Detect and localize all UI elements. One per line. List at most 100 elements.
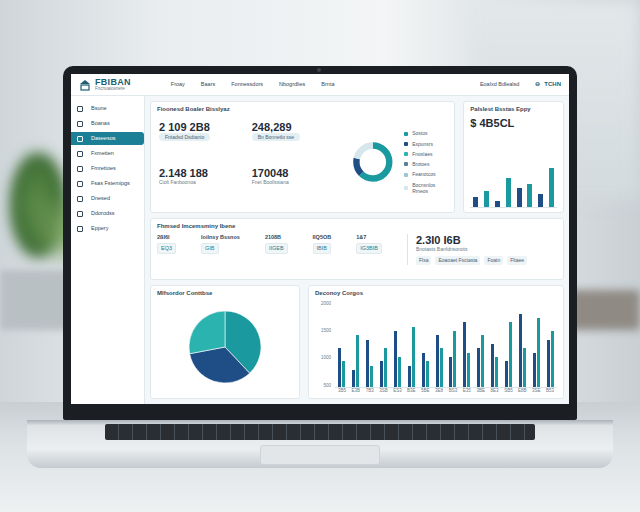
- metric: 170048Fnet Boollssiana: [250, 167, 343, 208]
- x-label: BS3: [446, 388, 460, 394]
- donut-segment[interactable]: [357, 146, 390, 179]
- logo[interactable]: FBIBANFncnuaiosnere: [79, 78, 131, 92]
- chart-bar[interactable]: [547, 340, 550, 388]
- chart-bar[interactable]: [527, 184, 532, 207]
- bar-group: [488, 301, 502, 388]
- column-value[interactable]: IBIB: [313, 243, 331, 254]
- legend-item: Feanotcos: [404, 171, 448, 177]
- chart-bar[interactable]: [523, 348, 526, 387]
- nav-link[interactable]: Brnta: [321, 81, 334, 88]
- chart-bar[interactable]: [449, 357, 452, 387]
- sidebar-item[interactable]: Fxmetten: [71, 147, 144, 160]
- chart-bar[interactable]: [477, 348, 480, 387]
- tag[interactable]: Foatn: [484, 256, 503, 264]
- chart-bar[interactable]: [366, 340, 369, 388]
- chart-bar[interactable]: [370, 366, 373, 388]
- chart-bar[interactable]: [398, 357, 401, 387]
- column-value[interactable]: IIGEB: [265, 243, 288, 254]
- chart-bar[interactable]: [484, 191, 489, 207]
- chart-bar[interactable]: [495, 357, 498, 387]
- chart-bar[interactable]: [491, 344, 494, 387]
- chart-bar[interactable]: [412, 327, 415, 388]
- donut-segment[interactable]: [357, 146, 390, 179]
- sidebar-item[interactable]: Daseesos: [71, 132, 144, 145]
- chart-bar[interactable]: [473, 197, 478, 207]
- chart-bar[interactable]: [481, 335, 484, 387]
- donut-segment[interactable]: [357, 146, 390, 179]
- bar-group: [460, 301, 474, 388]
- bar-group: [543, 301, 557, 388]
- column-head: 2108B: [265, 234, 281, 241]
- user-name: TCHN: [544, 81, 561, 89]
- column-value[interactable]: IG3BIB: [356, 243, 382, 254]
- bar-group: [418, 301, 432, 388]
- chart-bar[interactable]: [506, 178, 511, 207]
- chart-bar[interactable]: [463, 322, 466, 387]
- x-label: B3E: [404, 388, 418, 394]
- pie-slice[interactable]: [190, 347, 250, 383]
- chart-bar[interactable]: [338, 348, 341, 387]
- x-label: 7B3: [363, 388, 377, 394]
- trackpad[interactable]: [260, 445, 380, 465]
- bar-group: [349, 301, 363, 388]
- nav-link[interactable]: Nbogrdlies: [279, 81, 305, 88]
- chart-bar[interactable]: [538, 194, 543, 207]
- sidebar-item[interactable]: Fmrettoes: [71, 162, 144, 175]
- sidebar-item[interactable]: Dnesed: [71, 192, 144, 205]
- bar-group: [404, 301, 418, 388]
- sidebar-item[interactable]: Fsas Fstemipgs: [71, 177, 144, 190]
- chart-bar[interactable]: [537, 318, 540, 388]
- bar-group: [335, 301, 349, 388]
- chart-bar[interactable]: [352, 370, 355, 387]
- metrics-grid: 2 109 2B8Fntadsd Dsdtanio248,289Bn Bonne…: [157, 117, 342, 209]
- column-value[interactable]: GIB: [201, 243, 218, 254]
- chart-bar[interactable]: [453, 331, 456, 387]
- keyboard[interactable]: [105, 424, 535, 440]
- chart-bar[interactable]: [422, 353, 425, 388]
- chart-bar[interactable]: [467, 353, 470, 388]
- tag[interactable]: Flsa: [416, 256, 431, 264]
- tag[interactable]: Eoaoaet Fsctasta: [435, 256, 480, 264]
- nav-link[interactable]: Fonnessdors: [231, 81, 263, 88]
- metric-note: Fntadsd Dsdtanio: [159, 133, 210, 141]
- chart-bar[interactable]: [426, 361, 429, 387]
- legend-item: Bocnsnlos Rmeos: [404, 182, 448, 195]
- chart-bar[interactable]: [436, 335, 439, 387]
- user-menu[interactable]: ⊖TCHN: [535, 81, 561, 89]
- chart-bar[interactable]: [440, 348, 443, 387]
- chart-bar[interactable]: [519, 314, 522, 388]
- chart-bar[interactable]: [495, 201, 500, 208]
- column-value[interactable]: EQ3: [157, 243, 176, 254]
- chart-bar[interactable]: [408, 366, 411, 388]
- sidebar-item[interactable]: Eppery: [71, 222, 144, 235]
- chart-bar[interactable]: [505, 361, 508, 387]
- chart-bar[interactable]: [380, 361, 383, 387]
- sidebar-item[interactable]: Boanas: [71, 117, 144, 130]
- account-link[interactable]: Eoalxd Bdlealsd: [480, 81, 519, 88]
- x-axis: 3B5E3B7B33SBES3B3E5BE3E8BS3E353BE8E3SB5E…: [315, 388, 557, 394]
- bar-group: [432, 301, 446, 388]
- chart-bar[interactable]: [342, 361, 345, 387]
- menu-icon: [77, 211, 83, 217]
- logo-title: FBIBAN: [95, 78, 131, 87]
- chart-bar[interactable]: [509, 322, 512, 387]
- column-head: 1&7: [356, 234, 366, 241]
- chart-bar[interactable]: [394, 331, 397, 387]
- menu-icon: [77, 121, 83, 127]
- chart-bar[interactable]: [551, 331, 554, 387]
- tag[interactable]: Fltaee: [507, 256, 527, 264]
- chart-bar[interactable]: [356, 335, 359, 387]
- trend-card: Deconoy Corgos2000150010005003B5E3B7B33S…: [308, 285, 564, 399]
- nav-link[interactable]: Froay: [171, 81, 185, 88]
- sidebar-item[interactable]: Bsune: [71, 102, 144, 115]
- chart-bar[interactable]: [533, 353, 536, 388]
- nav-link[interactable]: Baars: [201, 81, 215, 88]
- sidebar-item[interactable]: Ddorodss: [71, 207, 144, 220]
- pie-slice[interactable]: [189, 311, 225, 354]
- ledger-column: 2108B IIGEB: [265, 234, 305, 265]
- bar-group: [474, 301, 488, 388]
- ledger-column: IIQ5OBIBIB: [313, 234, 349, 265]
- chart-bar[interactable]: [517, 188, 522, 208]
- chart-bar[interactable]: [384, 348, 387, 387]
- chart-bar[interactable]: [549, 168, 554, 207]
